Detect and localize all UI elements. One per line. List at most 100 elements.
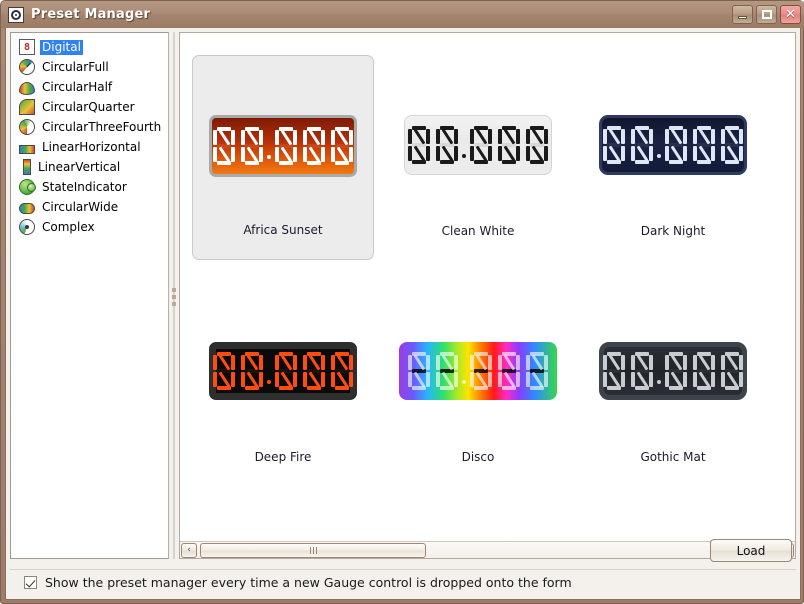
segment-c: [426, 146, 430, 161]
segment-e: [631, 372, 635, 387]
digital-icon: 8: [19, 39, 35, 55]
client-area: 8 Digital CircularFull CircularHalf Circular…: [5, 28, 801, 600]
preset-card[interactable]: Dark Night: [582, 55, 764, 260]
show-preset-manager-checkbox[interactable]: [24, 576, 37, 589]
sidebar-item-label: CircularWide: [42, 199, 119, 214]
circular-threefourth-icon: [19, 119, 35, 135]
segment-c: [516, 146, 520, 161]
seven-segment-digit: [213, 127, 235, 165]
preset-name: Africa Sunset: [243, 223, 323, 237]
seven-segment-digit: [331, 352, 353, 390]
preset-card[interactable]: Africa Sunset: [192, 55, 374, 260]
preset-card-list: Africa Sunset Clean White Dark Night Deep F…: [180, 33, 795, 540]
sidebar-item-complex[interactable]: Complex: [11, 217, 168, 237]
decimal-point: [267, 380, 271, 384]
segment-f: [721, 355, 725, 370]
segment-b: [293, 130, 297, 145]
segment-b: [231, 355, 235, 370]
segment-e: [213, 372, 217, 387]
preset-name: Clean White: [441, 224, 515, 238]
segment-b: [426, 355, 430, 370]
digital-gauge-display: [209, 342, 357, 400]
segment-b: [649, 129, 653, 144]
seven-segment-digit: [331, 127, 353, 165]
segment-c: [349, 372, 353, 387]
preset-preview: [599, 110, 747, 180]
segment-c: [683, 146, 687, 161]
segment-b: [321, 355, 325, 370]
preset-card[interactable]: Deep Fire: [192, 281, 374, 486]
segment-b: [544, 129, 548, 144]
segment-f: [665, 129, 669, 144]
sidebar-item-circularthreefourth[interactable]: CircularThreeFourth: [11, 117, 168, 137]
segment-e: [436, 372, 440, 387]
sidebar-item-circularquarter[interactable]: CircularQuarter: [11, 97, 168, 117]
segment-e: [526, 372, 530, 387]
segment-c: [321, 147, 325, 162]
minimize-button[interactable]: [732, 5, 753, 24]
segment-e: [408, 146, 412, 161]
segment-e: [693, 146, 697, 161]
segment-f: [436, 355, 440, 370]
title-bar: Preset Manager ✕: [1, 1, 804, 28]
segment-e: [603, 372, 607, 387]
preset-manager-window: Preset Manager ✕ 8 Digital CircularFull Cir…: [0, 0, 804, 604]
seven-segment-digit: [665, 126, 687, 164]
circular-half-icon: [19, 81, 35, 95]
circular-quarter-icon: [19, 99, 35, 115]
segment-c: [231, 147, 235, 162]
segment-c: [739, 372, 743, 387]
footer-bar: Show the preset manager every time a new…: [10, 569, 796, 595]
segment-e: [470, 146, 474, 161]
seven-segment-digit: [498, 352, 520, 390]
segment-b: [488, 355, 492, 370]
segment-b: [739, 129, 743, 144]
preset-card[interactable]: Disco: [387, 281, 569, 486]
sidebar-item-linearhorizontal[interactable]: LinearHorizontal: [11, 137, 168, 157]
segment-e: [303, 372, 307, 387]
button-row: Load: [10, 539, 796, 563]
digital-gauge-display: [399, 342, 557, 400]
sidebar-item-circularhalf[interactable]: CircularHalf: [11, 77, 168, 97]
sidebar-item-stateindicator[interactable]: StateIndicator: [11, 177, 168, 197]
sidebar-item-label: CircularThreeFourth: [42, 119, 162, 134]
segment-b: [454, 129, 458, 144]
sidebar-item-label: CircularFull: [42, 59, 109, 74]
sidebar-item-circularfull[interactable]: CircularFull: [11, 57, 168, 77]
segment-c: [488, 372, 492, 387]
preset-preview: [599, 336, 747, 406]
digit-group: [600, 126, 746, 164]
segment-f: [331, 355, 335, 370]
linear-vertical-icon: [23, 159, 31, 175]
seven-segment-digit: [603, 352, 625, 390]
segment-c: [259, 372, 263, 387]
preset-card[interactable]: Clean White: [387, 55, 569, 260]
segment-c: [426, 372, 430, 387]
segment-b: [621, 355, 625, 370]
sidebar-item-circularwide[interactable]: CircularWide: [11, 197, 168, 217]
segment-e: [213, 147, 217, 162]
close-icon: ✕: [785, 7, 796, 22]
sidebar-item-digital[interactable]: 8 Digital: [11, 37, 168, 57]
seven-segment-digit: [470, 352, 492, 390]
segment-f: [408, 355, 412, 370]
segment-f: [721, 129, 725, 144]
segment-f: [526, 355, 530, 370]
maximize-button[interactable]: [756, 5, 777, 24]
sidebar-item-linearvertical[interactable]: LinearVertical: [11, 157, 168, 177]
segment-c: [649, 146, 653, 161]
segment-b: [683, 355, 687, 370]
seven-segment-digit: [470, 126, 492, 164]
splitter[interactable]: [169, 32, 179, 559]
digit-group: [210, 127, 356, 165]
gauge-type-tree[interactable]: 8 Digital CircularFull CircularHalf Circular…: [10, 32, 169, 559]
load-button[interactable]: Load: [710, 539, 792, 562]
close-button[interactable]: ✕: [780, 5, 801, 24]
segment-b: [454, 355, 458, 370]
segment-e: [275, 147, 279, 162]
segment-b: [293, 355, 297, 370]
segment-f: [693, 355, 697, 370]
segment-f: [603, 355, 607, 370]
segment-e: [331, 147, 335, 162]
preset-card[interactable]: Gothic Mat: [582, 281, 764, 486]
